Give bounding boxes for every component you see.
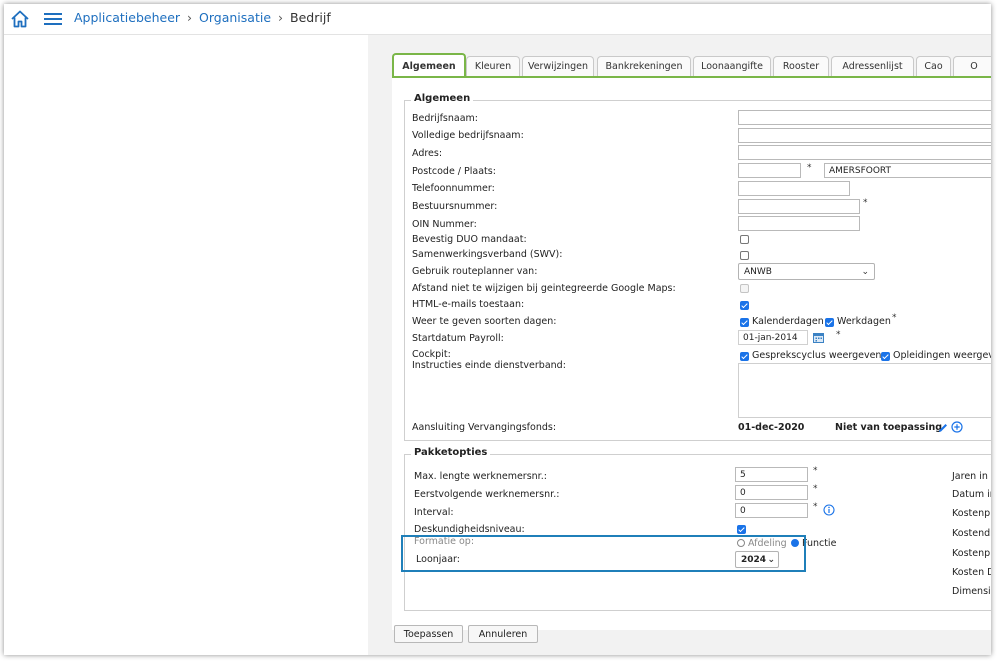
label-right-2: Datum in [952,489,991,500]
tab-loonaangifte[interactable]: Loonaangifte [693,56,771,76]
tab-more[interactable]: O [953,56,991,76]
label-oin-nummer: OIN Nummer: [412,219,477,230]
tab-rooster[interactable]: Rooster [773,56,829,76]
label-right-7: Dimensie [952,586,991,597]
input-adres[interactable] [738,145,991,160]
input-interval[interactable]: 0 [735,503,808,518]
label-functie: Functie [802,538,837,549]
tab-bankrekeningen[interactable]: Bankrekeningen [597,56,691,76]
checkbox-html-emails[interactable] [740,301,749,310]
label-right-1: Jaren in [952,471,988,482]
hamburger-menu-icon[interactable] [44,12,62,26]
required-marker: * [807,163,812,173]
label-html-emails: HTML-e-mails toestaan: [412,299,525,310]
checkbox-duo-mandaat[interactable] [740,235,749,244]
label-right-4: Kostendr [952,528,991,539]
breadcrumb-separator: › [278,10,284,25]
label-max-lengte: Max. lengte werknemersnr.: [414,471,547,482]
label-bedrijfsnaam: Bedrijfsnaam: [412,113,478,124]
label-afstand-google-maps: Afstand niet te wijzigen bij geintegreer… [412,283,676,294]
input-volledige-bedrijfsnaam[interactable] [738,128,991,143]
highlight-loonjaar-annotation [401,535,806,572]
input-plaats[interactable]: AMERSFOORT [824,163,991,178]
tab-verwijzingen[interactable]: Verwijzingen [522,56,594,76]
legend-algemeen: Algemeen [411,93,474,104]
label-postcode-plaats: Postcode / Plaats: [412,166,496,177]
checkbox-deskundigheidsniveau[interactable] [737,525,746,534]
label-duo-mandaat: Bevestig DUO mandaat: [412,234,527,245]
label-kalenderdagen: Kalenderdagen [752,316,824,327]
label-adres: Adres: [412,148,443,159]
select-routeplanner[interactable]: ANWB ⌄ [738,263,875,280]
tab-cao[interactable]: Cao [916,56,951,76]
input-oin-nummer[interactable] [738,216,860,231]
required-marker: * [863,198,868,208]
chevron-down-icon: ⌄ [861,267,869,277]
legend-pakketopties: Pakketopties [411,447,491,458]
required-marker: * [813,484,818,494]
label-startdatum-payroll: Startdatum Payroll: [412,333,504,344]
label-eerstvolgende: Eerstvolgende werknemersnr.: [414,489,560,500]
label-right-5: Kostenpl [952,548,991,559]
checkbox-swv[interactable] [740,251,749,260]
textarea-instructies[interactable] [738,363,991,418]
input-telefoonnummer[interactable] [738,181,850,196]
label-opleidingen: Opleidingen weergeve [893,350,991,361]
checkbox-kalenderdagen[interactable] [740,318,749,327]
label-bestuursnummer: Bestuursnummer: [412,201,498,212]
input-max-lengte[interactable]: 5 [735,467,808,482]
input-startdatum-payroll[interactable]: 01-jan-2014 [738,330,808,345]
home-icon[interactable] [10,9,30,29]
aansluiting-date: 01-dec-2020 [738,422,805,433]
label-telefoonnummer: Telefoonnummer: [412,183,495,194]
breadcrumb-separator: › [187,10,193,25]
checkbox-opleidingen[interactable] [881,352,890,361]
label-aansluiting-vervangingsfonds: Aansluiting Vervangingsfonds: [412,422,557,433]
label-gesprekscyclus: Gesprekscyclus weergeven [752,350,882,361]
label-right-6: Kosten D [952,567,991,578]
edit-pencil-icon[interactable] [938,423,948,433]
required-marker: * [836,330,841,340]
checkbox-afstand-google-maps[interactable] [740,284,749,293]
input-postcode[interactable] [738,163,801,178]
aansluiting-status: Niet van toepassing [835,422,943,433]
top-bar: Applicatiebeheer › Organisatie › Bedrijf [4,4,991,35]
label-interval: Interval: [414,507,454,518]
info-icon[interactable] [823,504,835,516]
breadcrumb-applicatiebeheer[interactable]: Applicatiebeheer [74,10,180,25]
tab-algemeen[interactable]: Algemeen [392,53,466,78]
apply-button[interactable]: Toepassen [394,625,463,643]
tab-kleuren[interactable]: Kleuren [466,56,520,76]
checkbox-werkdagen[interactable] [825,318,834,327]
label-werkdagen: Werkdagen [837,316,891,327]
checkbox-gesprekscyclus[interactable] [740,352,749,361]
breadcrumb-current: Bedrijf [290,10,331,25]
input-bedrijfsnaam[interactable] [738,110,991,125]
breadcrumb-organisatie[interactable]: Organisatie [199,10,271,25]
label-soorten-dagen: Weer te geven soorten dagen: [412,316,557,327]
required-marker: * [813,466,818,476]
add-circle-icon[interactable] [951,421,963,433]
label-volledige-bedrijfsnaam: Volledige bedrijfsnaam: [412,130,524,141]
label-swv: Samenwerkingsverband (SWV): [412,249,563,260]
label-deskundigheidsniveau: Deskundigheidsniveau: [414,524,525,535]
required-marker: * [892,313,897,323]
label-cockpit: Cockpit: [412,349,451,360]
required-marker: * [813,502,818,512]
input-eerstvolgende[interactable]: 0 [735,485,808,500]
breadcrumb: Applicatiebeheer › Organisatie › Bedrijf [74,10,331,25]
label-right-3: Kostenpl [952,508,991,519]
calendar-icon[interactable] [813,332,824,343]
cancel-button[interactable]: Annuleren [468,625,538,643]
input-bestuursnummer[interactable] [738,199,860,214]
label-routeplanner: Gebruik routeplanner van: [412,266,538,277]
tab-adressenlijst[interactable]: Adressenlijst [831,56,914,76]
label-instructies-einde-dienstverband: Instructies einde dienstverband: [412,360,566,371]
select-routeplanner-value: ANWB [744,267,772,277]
